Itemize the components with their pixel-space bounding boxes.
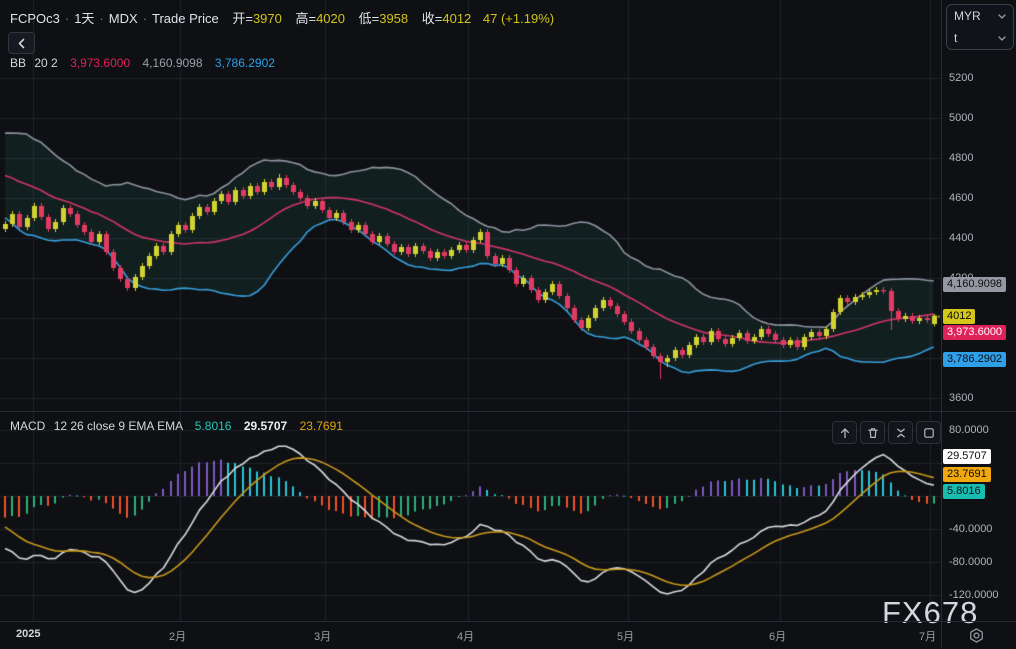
- unit-value: t: [954, 31, 958, 45]
- axis-tick: 4800: [949, 152, 974, 164]
- low-value: 3958: [379, 11, 409, 26]
- macd-params: 12 26 close 9 EMA EMA: [53, 419, 183, 433]
- change-value: 47 (+1.19%): [482, 11, 555, 26]
- move-pane-up-button[interactable]: [832, 421, 857, 444]
- chevron-down-icon: [998, 35, 1006, 41]
- interval[interactable]: 1天: [74, 11, 94, 26]
- axis-price-label: 3,786.2902: [943, 352, 1007, 367]
- bb-lower-value: 3,786.2902: [214, 56, 275, 70]
- time-axis-label: 2月: [169, 631, 187, 643]
- time-axis[interactable]: 2025 2月 3月 4月 5月 6月 7月: [0, 622, 1016, 649]
- pane-toolbar: [832, 421, 941, 444]
- separator: ·: [99, 11, 104, 26]
- time-axis-label: 2025: [16, 628, 41, 640]
- unit-dropdown[interactable]: t: [947, 27, 1013, 49]
- price-type: Trade Price: [152, 11, 219, 26]
- currency-value: MYR: [954, 9, 981, 23]
- pane-divider[interactable]: [0, 411, 1016, 412]
- price-axis[interactable]: 520050004800460044004200360080.0000-40.0…: [941, 0, 1016, 621]
- axis-tick: 4600: [949, 192, 974, 204]
- macd-line-value: 29.5707: [243, 419, 288, 433]
- macd-signal-value: 23.7691: [299, 419, 343, 433]
- axis-tick: -120.0000: [949, 589, 999, 601]
- axis-price-label: 4012: [943, 309, 976, 324]
- close-label: 收=: [421, 11, 443, 26]
- separator: ·: [64, 11, 70, 26]
- collapse-pane-button[interactable]: [888, 421, 913, 444]
- macd-indicator-row[interactable]: MACD 12 26 close 9 EMA EMA 5.8016 29.570…: [10, 419, 343, 433]
- bb-params: 20 2: [34, 56, 58, 70]
- trash-icon: [866, 426, 880, 440]
- time-axis-label: 7月: [919, 631, 937, 643]
- currency-unit-selector: MYR t: [946, 4, 1014, 50]
- open-value: 3970: [252, 11, 282, 26]
- axis-tick: 5200: [949, 72, 974, 84]
- axis-tick: 80.0000: [949, 424, 989, 436]
- currency-dropdown[interactable]: MYR: [947, 5, 1013, 27]
- separator: ·: [142, 11, 147, 26]
- axis-tick: 5000: [949, 112, 974, 124]
- bb-indicator-row[interactable]: BB 20 2 3,973.6000 4,160.9098 3,786.2902: [10, 56, 275, 70]
- delete-pane-button[interactable]: [860, 421, 885, 444]
- axis-price-label: 5.8016: [943, 484, 985, 499]
- axis-price-label: 4,160.9098: [943, 277, 1007, 292]
- chevron-left-icon: [17, 38, 26, 49]
- axis-tick: -40.0000: [949, 523, 993, 535]
- axis-tick: 4400: [949, 232, 974, 244]
- trading-chart-app: FX678 FCPOc3 · 1天 · MDX · Trade Price 开=3970 高…: [0, 0, 1016, 649]
- axis-price-label: 29.5707: [943, 449, 991, 464]
- axis-tick: 3600: [949, 392, 974, 404]
- bb-basis-value: 3,973.6000: [70, 56, 131, 70]
- settings-icon[interactable]: [968, 627, 985, 649]
- arrow-up-icon: [838, 426, 852, 440]
- low-label: 低=: [358, 11, 380, 26]
- chevron-down-icon: [998, 13, 1006, 19]
- axis-tick: -80.0000: [949, 556, 993, 568]
- high-label: 高=: [295, 11, 317, 26]
- macd-hist-value: 5.8016: [194, 419, 232, 433]
- bb-upper-value: 4,160.9098: [142, 56, 203, 70]
- open-label: 开=: [232, 11, 253, 26]
- time-axis-label: 3月: [314, 631, 332, 643]
- symbol-name[interactable]: FCPOc3: [10, 11, 60, 26]
- bb-title: BB: [10, 56, 27, 70]
- maximize-icon: [922, 426, 936, 440]
- time-axis-label: 4月: [457, 631, 475, 643]
- symbol-header: FCPOc3 · 1天 · MDX · Trade Price 开=3970 高=4020 …: [10, 8, 554, 27]
- time-axis-label: 6月: [769, 631, 787, 643]
- axis-price-label: 3,973.6000: [943, 325, 1007, 340]
- axis-price-label: 23.7691: [943, 467, 991, 482]
- collapse-icon: [894, 426, 908, 440]
- maximize-pane-button[interactable]: [916, 421, 941, 444]
- macd-chart-canvas[interactable]: [0, 411, 941, 621]
- macd-title: MACD: [10, 419, 46, 433]
- time-axis-label: 5月: [617, 631, 635, 643]
- close-value: 4012: [442, 11, 472, 26]
- back-button[interactable]: [8, 32, 35, 54]
- high-value: 4020: [316, 11, 345, 26]
- exchange: MDX: [108, 11, 138, 26]
